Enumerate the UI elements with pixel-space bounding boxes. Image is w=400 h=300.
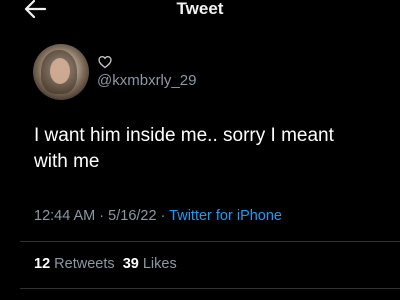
tweet-text-line: with me <box>34 151 100 172</box>
likes-label: Likes <box>138 256 177 272</box>
page-title: Tweet <box>176 0 224 18</box>
tweet-detail-screen: Tweet @kxmbxrly_29 I want him inside me.… <box>0 0 400 300</box>
likes-stat[interactable]: 39 Likes <box>123 256 177 272</box>
separator: · <box>95 208 109 224</box>
engagement-stats: 12 Retweets 39 Likes <box>34 256 177 272</box>
avatar[interactable] <box>33 44 89 100</box>
retweets-label: Retweets <box>50 256 115 272</box>
divider <box>20 288 400 289</box>
divider <box>20 241 400 242</box>
tweet-text-line: I want him inside me.. sorry I meant <box>34 125 334 146</box>
tweet-meta: 12:44 AM · 5/16/22 · Twitter for iPhone <box>34 208 282 224</box>
tweet-source-link[interactable]: Twitter for iPhone <box>169 208 282 224</box>
tweet-text: I want him inside me.. sorry I meant wit… <box>34 123 394 175</box>
top-bar: Tweet <box>0 0 400 24</box>
author-handle[interactable]: @kxmbxrly_29 <box>97 72 196 89</box>
separator: · <box>156 208 170 224</box>
tweet-date[interactable]: 5/16/22 <box>108 208 156 224</box>
retweets-count: 12 <box>34 256 51 272</box>
retweets-stat[interactable]: 12 Retweets <box>34 256 115 272</box>
heart-outline-icon <box>98 55 112 69</box>
tweet-time[interactable]: 12:44 AM <box>34 208 95 224</box>
likes-count: 39 <box>122 256 139 272</box>
